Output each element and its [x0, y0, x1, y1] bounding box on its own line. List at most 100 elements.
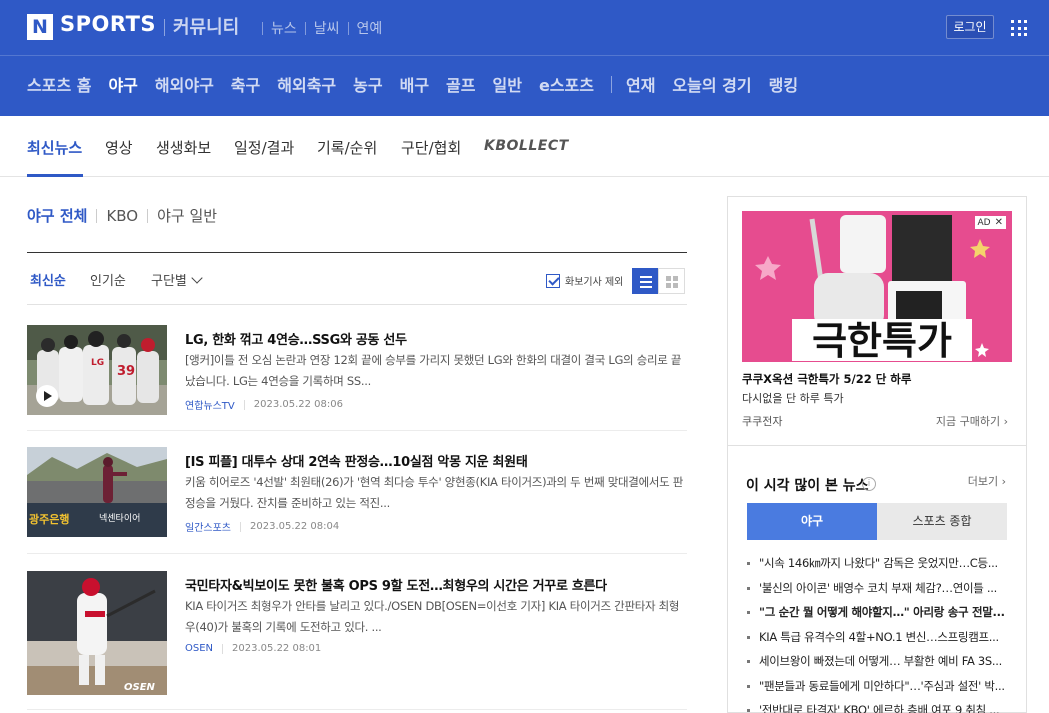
nav-soccer[interactable]: 축구: [231, 72, 260, 96]
divider: [347, 21, 349, 35]
divider: [304, 21, 306, 35]
nav-basketball[interactable]: 농구: [353, 72, 382, 96]
tab-schedule[interactable]: 일정/결과: [234, 137, 294, 158]
nav-ranking[interactable]: 랭킹: [769, 72, 798, 96]
quicklinks: 뉴스 날씨 연예: [254, 18, 382, 38]
category-filter: 야구 전체 KBO 야구 일반: [27, 205, 217, 226]
sub-nav: 최신뉴스 영상 생생화보 일정/결과 기록/순위 구단/협회 KBOLLECT: [0, 116, 1049, 177]
article-title[interactable]: LG, 한화 꺾고 4연승…SSG와 공동 선두: [185, 329, 685, 348]
nav-golf[interactable]: 골프: [446, 72, 475, 96]
nav-baseball[interactable]: 야구: [108, 72, 137, 96]
quicklink-news[interactable]: 뉴스: [271, 18, 297, 38]
ad-subtitle[interactable]: 다시없을 단 하루 특가: [742, 390, 844, 406]
article-press[interactable]: 연합뉴스TV: [185, 397, 235, 412]
ad-label: AD: [977, 217, 991, 228]
top-header: N SPORTS 커뮤니티 뉴스 날씨 연예 로그인 스포츠 홈 야구 해외야구…: [0, 0, 1049, 116]
tab-latest-news[interactable]: 최신뉴스: [27, 137, 82, 158]
list-item[interactable]: "시속 146㎞까지 나왔다" 감독은 웃었지만…C등...: [747, 555, 1009, 580]
sports-logo[interactable]: SPORTS: [60, 12, 156, 36]
sort-by-team-label: 구단별: [151, 274, 187, 289]
article-divider: [27, 553, 687, 554]
community-link[interactable]: 커뮤니티: [173, 13, 239, 39]
article-meta: 연합뉴스TV 2023.05.22 08:06: [185, 397, 343, 412]
sort-divider: [27, 304, 687, 305]
list-item[interactable]: KIA 특급 유격수의 4할+NO.1 변신…스프링캠프...: [747, 629, 1009, 654]
quicklink-weather[interactable]: 날씨: [314, 18, 340, 38]
sort-popular[interactable]: 인기순: [90, 270, 126, 289]
login-button[interactable]: 로그인: [946, 15, 994, 39]
grid-view-button[interactable]: [658, 268, 685, 294]
tab-records[interactable]: 기록/순위: [317, 137, 377, 158]
article-press[interactable]: OSEN: [185, 643, 213, 654]
svg-text:OSEN: OSEN: [124, 682, 156, 693]
exclude-photo-toggle[interactable]: 화보기사 제외: [546, 273, 623, 288]
sort-bar: 최신순 인기순 구단별 화보기사 제외: [27, 268, 687, 294]
section-divider: [27, 252, 687, 253]
article-summary[interactable]: [앵커]이틀 전 오심 논란과 연장 12회 끝에 승부를 가리지 못했던 LG…: [185, 350, 685, 392]
list-item[interactable]: '전반대로 타격자' KBO' 에르하 층배 여포 9 취침 ...: [747, 702, 1009, 713]
nav-overseas-baseball[interactable]: 해외야구: [155, 72, 214, 96]
exclude-photo-label: 화보기사 제외: [565, 277, 624, 288]
close-icon[interactable]: ✕: [995, 217, 1003, 228]
list-item[interactable]: "그 순간 뭘 어떻게 해야할지…" 아리랑 송구 전말...: [747, 604, 1009, 629]
ad-title[interactable]: 쿠쿠X옥션 극한특가 5/22 단 하루: [742, 371, 911, 387]
naver-logo[interactable]: N: [27, 14, 53, 40]
article-thumbnail[interactable]: 39 LG: [27, 325, 167, 415]
nav-volleyball[interactable]: 배구: [400, 72, 429, 96]
list-view-button[interactable]: [632, 268, 659, 294]
nav-series[interactable]: 연재: [626, 72, 655, 96]
popular-news-list: "시속 146㎞까지 나왔다" 감독은 웃었지만…C등... '불신의 아이콘'…: [747, 555, 1009, 713]
tab-baseball[interactable]: 야구: [747, 503, 877, 540]
article-title[interactable]: [IS 피플] 대투수 상대 2연속 판정승…10실점 악몽 지운 최원태: [185, 451, 685, 470]
article-press[interactable]: 일간스포츠: [185, 519, 231, 534]
nav-divider: [610, 75, 612, 93]
quicklink-entertainment[interactable]: 연예: [357, 18, 383, 38]
ad-badge[interactable]: AD ✕: [974, 216, 1006, 229]
category-general-baseball[interactable]: 야구 일반: [157, 205, 217, 226]
tab-video[interactable]: 영상: [105, 137, 133, 158]
app-menu-icon[interactable]: [1011, 20, 1027, 36]
article-title[interactable]: 국민타자&빅보이도 못한 불혹 OPS 9할 도전…최형우의 시간은 거꾸로 흐…: [185, 575, 685, 594]
divider: [240, 521, 241, 532]
list-item[interactable]: "팬분들과 동료들에게 미안하다"…'주심과 설전' 박...: [747, 678, 1009, 703]
nav-esports[interactable]: e스포츠: [539, 72, 594, 96]
article-thumbnail[interactable]: OSEN: [27, 571, 167, 695]
article-time: 2023.05.22 08:01: [232, 643, 322, 654]
category-all-baseball[interactable]: 야구 전체: [27, 205, 87, 226]
logo-divider: [164, 19, 165, 36]
article-divider: [27, 430, 687, 431]
svg-text:광주은행: 광주은행: [29, 512, 69, 526]
divider: [222, 643, 224, 654]
article-summary[interactable]: KIA 타이거즈 최형우가 안타를 날리고 있다./OSEN DB[OSEN=이…: [185, 596, 685, 638]
more-link[interactable]: 더보기 ›: [968, 473, 1006, 489]
popular-news-title: 이 시각 많이 본 뉴스: [746, 478, 869, 494]
category-kbo[interactable]: KBO: [106, 207, 138, 225]
tab-photos[interactable]: 생생화보: [156, 137, 211, 158]
list-item[interactable]: '불신의 아이콘' 배영수 코치 부재 체감?…연이틀 ...: [747, 580, 1009, 605]
article-meta: OSEN 2023.05.22 08:01: [185, 643, 321, 654]
nav-sports-home[interactable]: 스포츠 홈: [27, 72, 91, 96]
popular-news-panel: 이 시각 많이 본 뉴스 i 더보기 › 야구 스포츠 종합 "시속 146㎞까…: [727, 446, 1027, 713]
sort-latest[interactable]: 최신순: [30, 270, 66, 289]
tab-teams[interactable]: 구단/협회: [401, 137, 461, 158]
checkbox-icon[interactable]: [546, 273, 560, 288]
sort-by-team-dropdown[interactable]: 구단별: [151, 270, 203, 289]
info-icon[interactable]: i: [862, 477, 876, 491]
article-item[interactable]: OSEN 국민타자&빅보이도 못한 불혹 OPS 9할 도전…최형우의 시간은 …: [27, 571, 687, 695]
ad-banner[interactable]: 극한특가 AD ✕ 쿠쿠X옥션 극한특가 5/22 단 하루 다시없을 단 하루…: [727, 196, 1027, 446]
ad-advertiser[interactable]: 쿠쿠전자: [742, 413, 782, 429]
nav-general[interactable]: 일반: [493, 72, 522, 96]
article-summary[interactable]: 키움 히어로즈 '4선발' 최원태(26)가 '현역 최다승 투수' 양현종(K…: [185, 472, 685, 514]
ad-image[interactable]: 극한특가 AD ✕: [742, 211, 1012, 362]
nav-overseas-soccer[interactable]: 해외축구: [277, 72, 336, 96]
chevron-down-icon: [191, 272, 203, 284]
nav-todays-games[interactable]: 오늘의 경기: [672, 72, 751, 96]
article-thumbnail[interactable]: 광주은행 넥센타이어: [27, 447, 167, 537]
tab-sports-general[interactable]: 스포츠 종합: [877, 503, 1007, 540]
list-item[interactable]: 세이브왕이 빠졌는데 어떻게… 부활한 예비 FA 3S...: [747, 653, 1009, 678]
play-icon[interactable]: [36, 385, 58, 407]
ad-buy-link[interactable]: 지금 구매하기 ›: [936, 413, 1008, 429]
active-tab-indicator: [27, 174, 83, 177]
header-divider: [0, 55, 1049, 56]
tab-kbollect[interactable]: KBOLLECT: [484, 138, 569, 154]
